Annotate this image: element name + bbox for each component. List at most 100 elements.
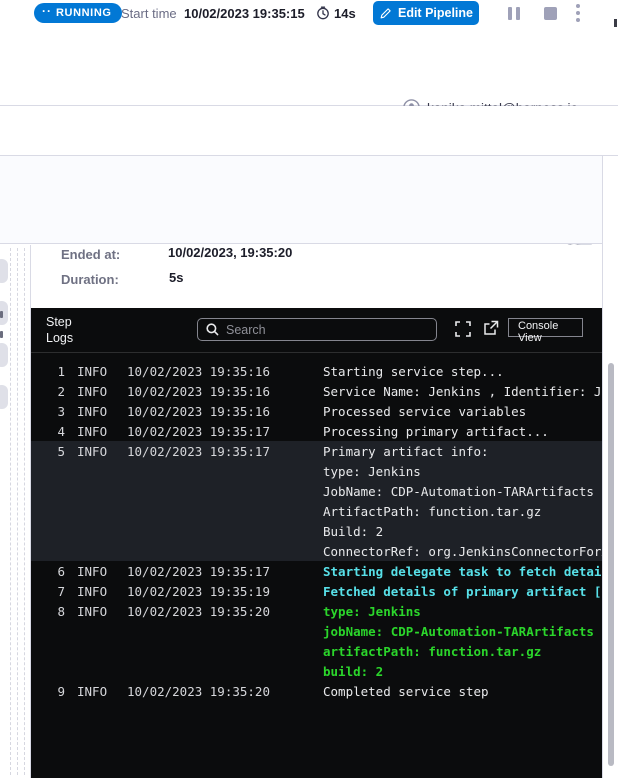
log-row: ArtifactPath: function.tar.gz: [31, 501, 602, 521]
status-badge-label: RUNNING: [56, 7, 112, 19]
log-ln: 5: [31, 444, 65, 459]
pipeline-execution-page: ·· RUNNING Start time 10/02/2023 19:35:1…: [0, 0, 618, 778]
log-row: Build: 2: [31, 521, 602, 541]
step-node-fragment: [0, 385, 8, 409]
collapsed-step-list-strip: [0, 245, 31, 778]
log-row: ConnectorRef: org.JenkinsConnectorForAut…: [31, 541, 602, 561]
log-ts: 10/02/2023 19:35:16: [127, 364, 323, 379]
log-msg: Starting service step...: [323, 364, 602, 379]
log-msg: ArtifactPath: function.tar.gz: [323, 504, 602, 519]
log-ln: 7: [31, 584, 65, 599]
open-in-new-icon[interactable]: [483, 320, 499, 336]
step-node-fragment: [0, 259, 8, 283]
scrollbar-thumb[interactable]: [608, 363, 614, 766]
log-row: artifactPath: function.tar.gz: [31, 641, 602, 661]
log-lvl: INFO: [77, 604, 127, 619]
log-msg: type: Jenkins: [323, 464, 602, 479]
start-time-value: 10/02/2023 19:35:15: [184, 6, 305, 21]
log-lvl: INFO: [77, 584, 127, 599]
log-row: JobName: CDP-Automation-TARArtifacts: [31, 481, 602, 501]
log-ts: 10/02/2023 19:35:17: [127, 444, 323, 459]
log-lvl: INFO: [77, 424, 127, 439]
log-ts: 10/02/2023 19:35:16: [127, 404, 323, 419]
pencil-icon: [379, 7, 392, 20]
console-view-button[interactable]: Console View: [508, 318, 583, 337]
log-lvl: INFO: [77, 684, 127, 699]
log-ts: 10/02/2023 19:35:20: [127, 604, 323, 619]
step-details-panel: Ended at: 10/02/2023, 19:35:20 Duration:…: [31, 245, 602, 308]
log-ts: 10/02/2023 19:35:19: [127, 584, 323, 599]
log-row: 4 INFO10/02/2023 19:35:17Processing prima…: [31, 421, 602, 441]
timeline-dashed-line: [10, 248, 11, 775]
start-time-label: Start time: [121, 6, 177, 21]
search-input[interactable]: [226, 323, 416, 337]
log-search-box[interactable]: [197, 318, 437, 341]
log-ts: 10/02/2023 19:35:16: [127, 384, 323, 399]
step-node-tick: [0, 331, 3, 338]
log-msg: type: Jenkins: [323, 604, 602, 619]
timeline-dashed-line: [17, 248, 18, 775]
ended-at-label: Ended at:: [61, 247, 120, 262]
clock-icon: [316, 6, 330, 20]
pause-icon[interactable]: [508, 7, 520, 20]
search-icon: [206, 323, 219, 336]
edit-pipeline-button[interactable]: Edit Pipeline: [373, 1, 479, 25]
log-ln: 3: [31, 404, 65, 419]
log-msg: Processed service variables: [323, 404, 602, 419]
log-msg: Build: 2: [323, 524, 602, 539]
duration-label: Duration:: [61, 272, 119, 287]
log-lvl: INFO: [77, 384, 127, 399]
step-logs-title: Step Logs: [46, 314, 86, 346]
log-row: 6INFO10/02/2023 19:35:17Starting delegat…: [31, 561, 602, 581]
right-scroll-gutter: [602, 156, 618, 778]
log-ln: 9: [31, 684, 65, 699]
log-ln: 2: [31, 384, 65, 399]
duration-value: 5s: [169, 270, 183, 285]
step-node-fragment: [0, 343, 8, 367]
log-ln: 6: [31, 564, 65, 579]
log-row: 7 INFO10/02/2023 19:35:19Fetched details …: [31, 581, 602, 601]
log-area[interactable]: 1INFO10/02/2023 19:35:16Starting service…: [31, 353, 602, 778]
log-row: 8 INFO10/02/2023 19:35:20type: Jenkins: [31, 601, 602, 621]
log-row: jobName: CDP-Automation-TARArtifacts: [31, 621, 602, 641]
log-msg: build: 2: [323, 664, 602, 679]
log-lvl: INFO: [77, 444, 127, 459]
log-ts: 10/02/2023 19:35:17: [127, 424, 323, 439]
log-row: build: 2: [31, 661, 602, 681]
log-lvl: INFO: [77, 564, 127, 579]
highlighted-log-block: 5 INFO10/02/2023 19:35:17Primary artifact…: [31, 441, 602, 561]
step-node-tick: [0, 311, 3, 318]
status-badge: ·· RUNNING: [34, 3, 122, 23]
log-ln: 4: [31, 424, 65, 439]
log-msg: Primary artifact info:: [323, 444, 602, 459]
log-row: type: Jenkins: [31, 461, 602, 481]
log-row: 2 INFO10/02/2023 19:35:16Service Name: Je…: [31, 381, 602, 401]
log-msg: Starting delegate task to fetch details …: [323, 564, 602, 579]
timeline-dashed-line: [24, 248, 25, 775]
log-msg: artifactPath: function.tar.gz: [323, 644, 602, 659]
log-msg: Completed service step: [323, 684, 602, 699]
kebab-menu-icon[interactable]: [576, 4, 580, 22]
log-ln: 8: [31, 604, 65, 619]
pipeline-graph-area: [0, 156, 602, 244]
log-msg: JobName: CDP-Automation-TARArtifacts: [323, 484, 602, 499]
log-msg: Processing primary artifact...: [323, 424, 602, 439]
log-lvl: INFO: [77, 364, 127, 379]
stop-icon[interactable]: [544, 7, 557, 20]
running-pulse-dots-icon: ··: [42, 4, 52, 18]
log-row: 1 INFO10/02/2023 19:35:16Starting service…: [31, 361, 602, 381]
console-view-row: Console View: [0, 106, 618, 156]
log-row: 3 INFO10/02/2023 19:35:16Processed servic…: [31, 401, 602, 421]
edit-pipeline-label: Edit Pipeline: [398, 6, 473, 20]
step-logs-console: Step Logs Console View 1INFO10/02/2023 1…: [31, 308, 602, 778]
log-row: 9INFO10/02/2023 19:35:20Completed servic…: [31, 681, 602, 701]
fullscreen-expand-icon[interactable]: [455, 321, 471, 337]
log-msg: jobName: CDP-Automation-TARArtifacts: [323, 624, 602, 639]
log-msg: Fetched details of primary artifact [sta…: [323, 584, 602, 599]
log-ln: 1: [31, 364, 65, 379]
log-msg: Service Name: Jenkins , Identifier: Jenk…: [323, 384, 602, 399]
log-row: 5 INFO10/02/2023 19:35:17Primary artifact…: [31, 441, 602, 461]
log-lvl: INFO: [77, 404, 127, 419]
execution-topbar: ·· RUNNING Start time 10/02/2023 19:35:1…: [0, 0, 618, 27]
ended-at-value: 10/02/2023, 19:35:20: [168, 245, 292, 260]
